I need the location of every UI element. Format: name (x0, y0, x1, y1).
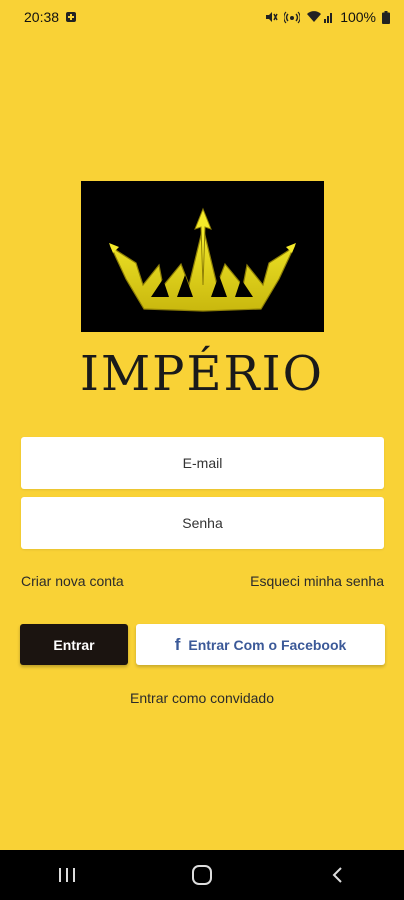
recent-apps-icon (59, 868, 76, 882)
recent-apps-button[interactable] (37, 850, 97, 900)
login-button-label: Entrar (53, 636, 95, 653)
facebook-button-label: Entrar Com o Facebook (188, 636, 347, 653)
back-icon (332, 867, 342, 883)
facebook-icon: f (174, 634, 181, 654)
logo (81, 181, 324, 332)
forgot-password-link[interactable]: Esqueci minha senha (250, 573, 384, 589)
hotspot-icon (284, 10, 301, 24)
battery-icon (382, 10, 390, 24)
facebook-login-button[interactable]: f Entrar Com o Facebook (136, 624, 385, 665)
crown-icon (109, 207, 296, 312)
home-icon (191, 865, 212, 885)
home-button[interactable] (172, 850, 232, 900)
password-field[interactable] (21, 496, 384, 550)
email-field[interactable] (21, 436, 384, 490)
navigation-bar (0, 850, 404, 900)
create-account-link[interactable]: Criar nova conta (21, 573, 124, 589)
brand-title: IMPÉRIO (80, 346, 324, 402)
mute-icon (264, 10, 278, 24)
notification-icon (65, 11, 77, 23)
password-input[interactable] (21, 496, 384, 550)
back-button[interactable] (307, 850, 367, 900)
status-time: 20:38 (24, 9, 60, 25)
login-button[interactable]: Entrar (20, 624, 128, 665)
wifi-signal-icon (306, 10, 334, 24)
email-input[interactable] (21, 436, 384, 490)
status-bar: 20:38 100% (0, 0, 404, 34)
guest-login-link[interactable]: Entrar como convidado (0, 690, 404, 706)
battery-percent: 100% (340, 9, 376, 25)
